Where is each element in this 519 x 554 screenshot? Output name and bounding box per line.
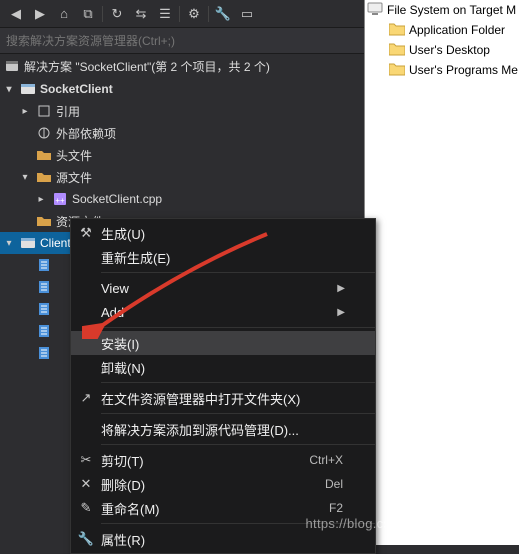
- menu-shortcut: Del: [325, 477, 351, 491]
- menu-item-label: View: [101, 281, 337, 296]
- menu-item-label: 将解决方案添加到源代码管理(D)...: [101, 420, 351, 439]
- context-menu: ⚒生成(U)重新生成(E)View▶Add▶安装(I)卸载(N)↗在文件资源管理…: [70, 218, 376, 554]
- menu-separator: [101, 382, 375, 383]
- tree-label: 头文件: [56, 147, 92, 164]
- fs-item-label: User's Desktop: [409, 43, 490, 57]
- window-icon[interactable]: ▭: [235, 3, 259, 25]
- sync-icon[interactable]: ⧉: [76, 3, 100, 25]
- menu-separator: [101, 444, 375, 445]
- properties-icon[interactable]: ⚙: [182, 3, 206, 25]
- menu-item-label: 重新生成(E): [101, 248, 351, 267]
- expand-icon[interactable]: ▸: [18, 106, 32, 117]
- expand-icon[interactable]: ▾: [2, 84, 16, 95]
- submenu-arrow-icon: ▶: [337, 283, 351, 294]
- menu-item[interactable]: ⚒生成(U): [71, 221, 375, 245]
- folder-icon: [36, 147, 52, 163]
- refresh-icon[interactable]: ↻: [105, 3, 129, 25]
- fs-item-label: User's Programs Me: [409, 63, 518, 77]
- doc-icon: [36, 257, 52, 273]
- ext-icon: [36, 125, 52, 141]
- folder-icon: [389, 42, 405, 59]
- doc-icon: [36, 279, 52, 295]
- menu-item-label: 生成(U): [101, 224, 351, 243]
- nav-fwd-icon[interactable]: ▶: [28, 3, 52, 25]
- collapse-icon[interactable]: ⇆: [129, 3, 153, 25]
- menu-item-label: 属性(R): [101, 530, 351, 549]
- tree-label: 源文件: [56, 169, 92, 186]
- fs-root[interactable]: File System on Target M: [365, 0, 519, 20]
- folder-icon: [389, 22, 405, 39]
- solution-icon: [4, 58, 20, 74]
- menu-item[interactable]: 安装(I): [71, 331, 375, 355]
- menu-item[interactable]: 重新生成(E): [71, 245, 375, 269]
- menu-shortcut: Ctrl+X: [309, 453, 351, 467]
- tree-label: Client: [40, 236, 71, 250]
- menu-item-label: Add: [101, 305, 337, 320]
- nav-back-icon[interactable]: ◀: [4, 3, 28, 25]
- menu-item[interactable]: Add▶: [71, 300, 375, 324]
- menu-separator: [101, 413, 375, 414]
- doc-icon: [36, 323, 52, 339]
- menu-item[interactable]: ✕删除(D)Del: [71, 472, 375, 496]
- tree-label: 外部依赖项: [56, 125, 116, 142]
- tree-label: SocketClient: [40, 82, 113, 96]
- expand-icon[interactable]: ▾: [2, 238, 16, 249]
- wrench-icon[interactable]: 🔧: [211, 3, 235, 25]
- proj-icon: [20, 81, 36, 97]
- menu-item[interactable]: 卸载(N): [71, 355, 375, 379]
- menu-separator: [101, 272, 375, 273]
- menu-item[interactable]: ↗在文件资源管理器中打开文件夹(X): [71, 386, 375, 410]
- fs-item[interactable]: User's Desktop: [365, 40, 519, 60]
- menu-item-icon: ✂: [71, 452, 101, 468]
- menu-item-icon: ⚒: [71, 225, 101, 241]
- ref-icon: [36, 103, 52, 119]
- computer-icon: [367, 2, 383, 19]
- menu-item-label: 在文件资源管理器中打开文件夹(X): [101, 389, 351, 408]
- right-pane: File System on Target M Application Fold…: [364, 0, 519, 545]
- menu-item-label: 重命名(M): [101, 499, 329, 518]
- toolbar-separator: [102, 6, 103, 22]
- menu-item-icon: ✕: [71, 476, 101, 492]
- tree-label: 引用: [56, 103, 80, 120]
- folder-icon: [36, 169, 52, 185]
- fs-item[interactable]: User's Programs Me: [365, 60, 519, 80]
- menu-item-label: 安装(I): [101, 334, 351, 353]
- svg-text:++: ++: [55, 196, 65, 205]
- watermark: https://blog.csdn.net/qq_41506111: [306, 516, 513, 531]
- menu-item-label: 卸载(N): [101, 358, 351, 377]
- submenu-arrow-icon: ▶: [337, 307, 351, 318]
- fs-item[interactable]: Application Folder: [365, 20, 519, 40]
- expand-icon[interactable]: ▾: [18, 172, 32, 183]
- home-icon[interactable]: ⌂: [52, 3, 76, 25]
- menu-item-icon: ↗: [71, 390, 101, 406]
- doc-icon: [36, 345, 52, 361]
- toolbar-separator: [208, 6, 209, 22]
- cpp-icon: ++: [52, 191, 68, 207]
- fs-root-label: File System on Target M: [387, 3, 516, 17]
- expand-icon[interactable]: ☰: [153, 3, 177, 25]
- proj-icon: [20, 235, 36, 251]
- folder-icon: [389, 62, 405, 79]
- menu-item[interactable]: 将解决方案添加到源代码管理(D)...: [71, 417, 375, 441]
- menu-item[interactable]: View▶: [71, 276, 375, 300]
- tree-label: SocketClient.cpp: [72, 192, 162, 206]
- menu-item-label: 剪切(T): [101, 451, 309, 470]
- menu-item-icon: ✎: [71, 500, 101, 516]
- toolbar-separator: [179, 6, 180, 22]
- menu-item[interactable]: ✂剪切(T)Ctrl+X: [71, 448, 375, 472]
- menu-item-label: 删除(D): [101, 475, 325, 494]
- doc-icon: [36, 301, 52, 317]
- fs-item-label: Application Folder: [409, 23, 505, 37]
- solution-label: 解决方案 "SocketClient"(第 2 个项目，共 2 个): [24, 58, 270, 75]
- menu-shortcut: F2: [329, 501, 351, 515]
- menu-separator: [101, 327, 375, 328]
- expand-icon[interactable]: ▸: [34, 194, 48, 205]
- folder-icon: [36, 213, 52, 229]
